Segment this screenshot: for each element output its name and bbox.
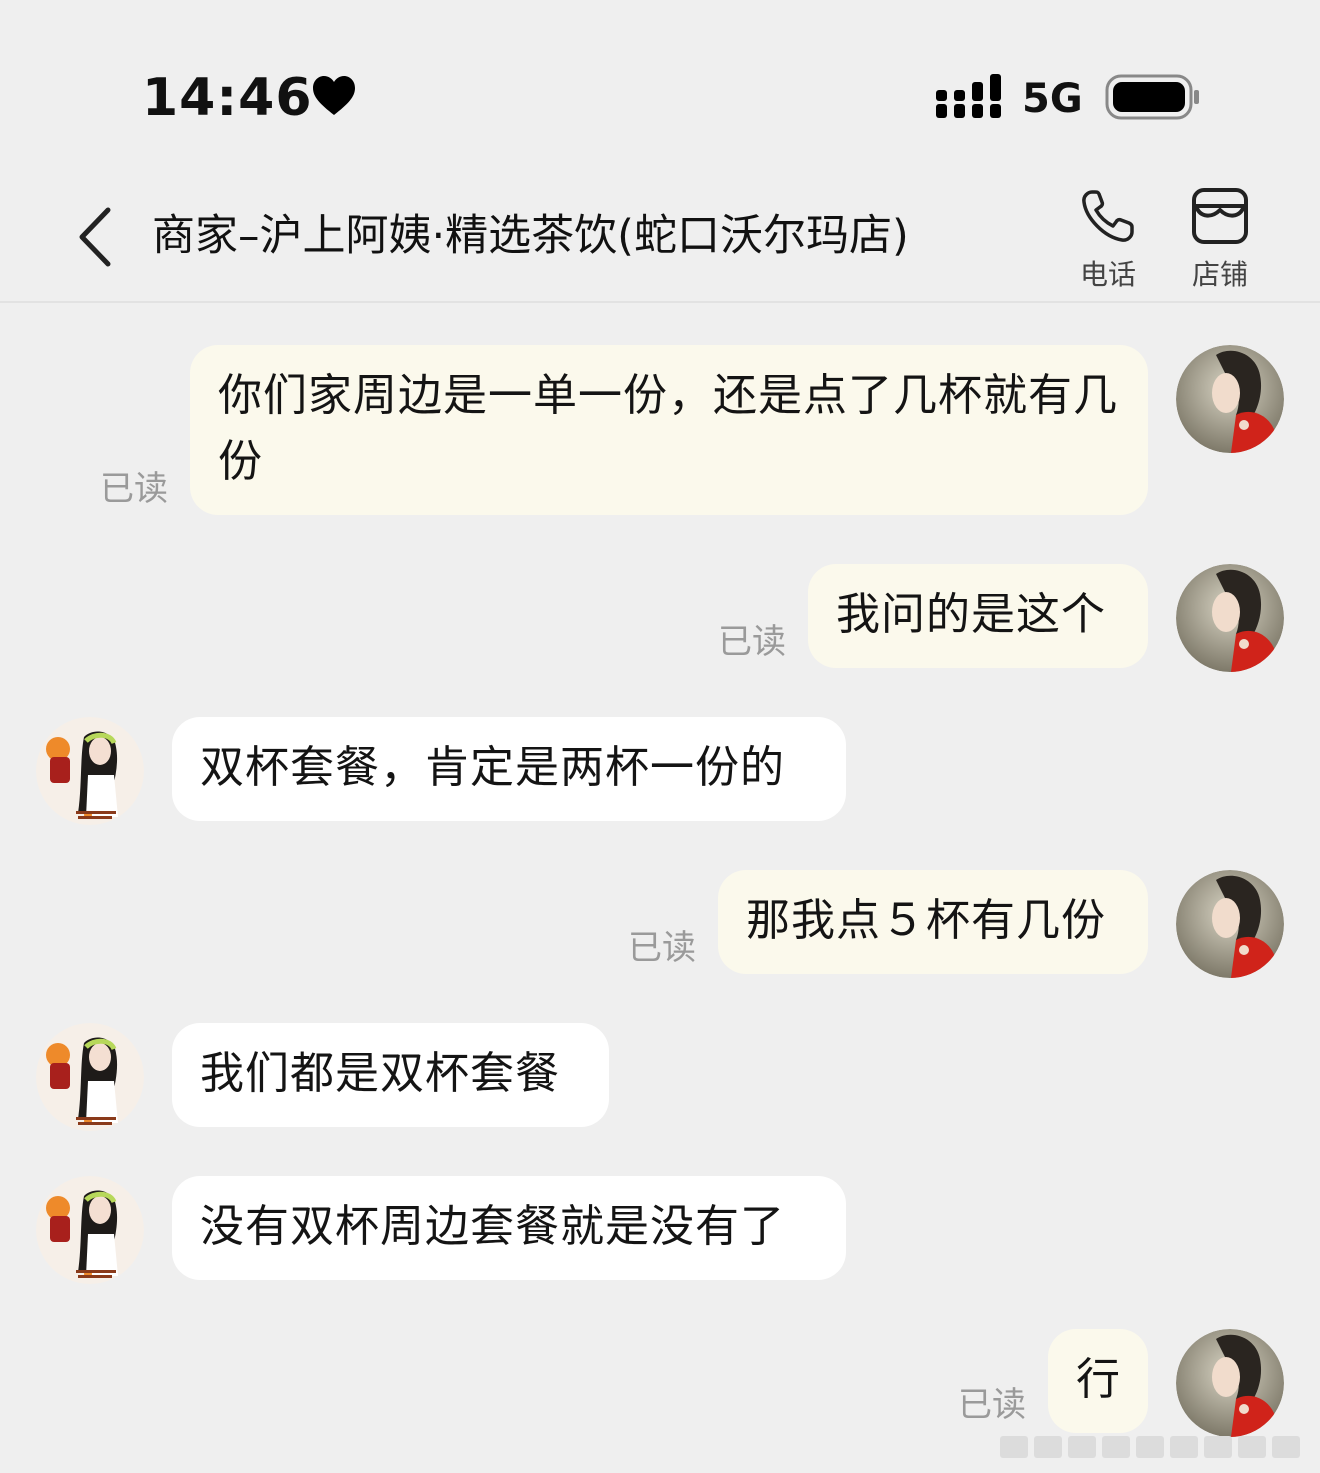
shop-button[interactable]: 店铺 xyxy=(1180,186,1260,296)
user-avatar[interactable] xyxy=(1176,870,1284,978)
read-status: 已读 xyxy=(958,1385,1026,1425)
user-avatar[interactable] xyxy=(1176,564,1284,672)
watermark xyxy=(1000,1436,1300,1458)
store-icon xyxy=(1192,188,1248,244)
read-status: 已读 xyxy=(718,622,786,662)
status-bar: 14:46 5G xyxy=(0,0,1320,160)
read-status: 已读 xyxy=(100,469,168,509)
message-bubble-sent[interactable]: 行 xyxy=(1048,1329,1148,1433)
message-bubble-received[interactable]: 我们都是双杯套餐 xyxy=(172,1023,609,1127)
message-bubble-sent[interactable]: 那我点５杯有几份 xyxy=(718,870,1148,974)
message-bubble-sent[interactable]: 你们家周边是一单一份，还是点了几杯就有几份 xyxy=(190,345,1148,515)
battery-icon xyxy=(1105,74,1199,120)
page-title: 商家–沪上阿姨·精选茶饮(蛇口沃尔玛店) xyxy=(152,211,909,261)
message-bubble-received[interactable]: 没有双杯周边套餐就是没有了 xyxy=(172,1176,846,1280)
phone-button[interactable]: 电话 xyxy=(1068,186,1148,296)
heart-icon xyxy=(313,76,355,115)
status-time: 14:46 xyxy=(142,68,313,128)
network-type: 5G xyxy=(1022,76,1083,122)
shop-avatar[interactable] xyxy=(36,1023,144,1131)
shop-avatar[interactable] xyxy=(36,1176,144,1284)
user-avatar[interactable] xyxy=(1176,345,1284,453)
message-bubble-received[interactable]: 双杯套餐，肯定是两杯一份的 xyxy=(172,717,846,821)
phone-label: 电话 xyxy=(1079,258,1136,291)
shop-label: 店铺 xyxy=(1191,258,1248,291)
signal-icon xyxy=(936,74,1001,118)
read-status: 已读 xyxy=(628,928,696,968)
message-bubble-sent[interactable]: 我问的是这个 xyxy=(808,564,1148,668)
user-avatar[interactable] xyxy=(1176,1329,1284,1437)
chat-header: 商家–沪上阿姨·精选茶饮(蛇口沃尔玛店) 电话 店铺 xyxy=(0,160,1320,303)
shop-avatar[interactable] xyxy=(36,717,144,825)
phone-icon xyxy=(1082,190,1134,242)
back-arrow-icon[interactable] xyxy=(70,202,120,272)
